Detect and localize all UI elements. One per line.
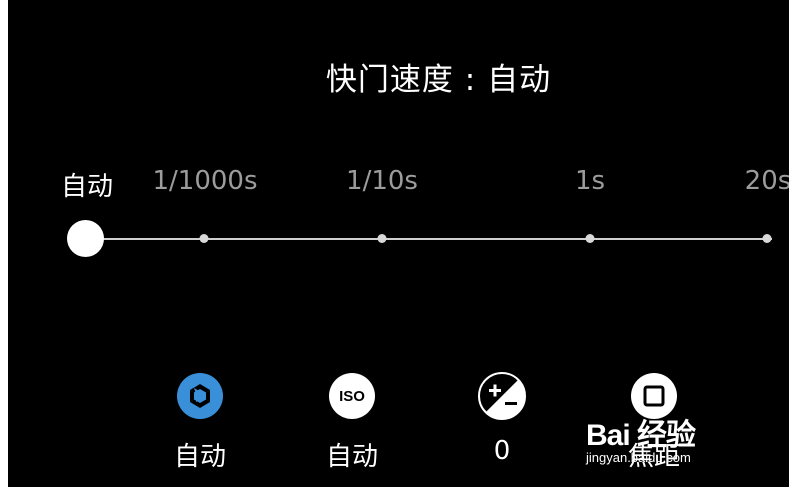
exposure-compensation-icon [478, 372, 526, 420]
iso-mode-value: 自动 [325, 442, 378, 472]
shutter-mode-button[interactable]: 自动 [155, 372, 245, 473]
page-title: 快门速度 : 自动 [325, 62, 552, 98]
slider-tick-dot[interactable] [199, 234, 209, 243]
tick-label-20s[interactable]: 20s [745, 166, 789, 196]
iso-icon: ISO [328, 372, 376, 420]
tick-label-1-10s[interactable]: 1/10s [346, 166, 418, 196]
exposure-mode-value: 0 [493, 436, 511, 466]
slider-tick-dot[interactable] [377, 234, 387, 243]
shutter-aperture-icon [176, 372, 224, 420]
camera-pro-mode-screen: 快门速度 : 自动 自动 1/1000s 1/10s 1s 20s 自动 ISO… [8, 0, 789, 487]
tick-label-1-1000s[interactable]: 1/1000s [152, 166, 257, 196]
slider-tick-dot[interactable] [762, 234, 772, 243]
exposure-mode-button[interactable]: 0 [457, 372, 547, 466]
tick-label-1s[interactable]: 1s [575, 166, 605, 196]
shutter-mode-value: 自动 [173, 442, 226, 472]
tick-label-auto[interactable]: 自动 [61, 166, 113, 203]
slider-thumb[interactable] [67, 220, 104, 257]
baidu-jingyan-watermark: Bai 经验 jingyan.baidu.com [586, 419, 696, 465]
slider-track[interactable] [85, 238, 772, 240]
iso-mode-button[interactable]: ISO 自动 [307, 372, 397, 473]
slider-tick-dot[interactable] [585, 234, 595, 243]
